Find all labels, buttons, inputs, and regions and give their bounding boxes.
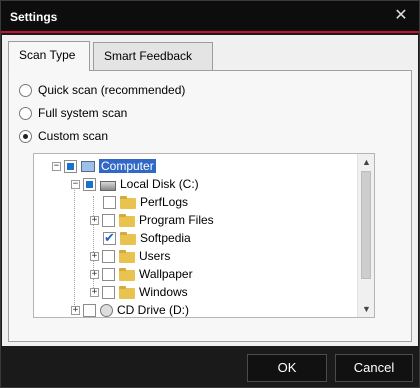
folder-label: Softpedia: [140, 231, 191, 245]
cd-drive-icon: [100, 303, 113, 317]
local-disk-checkbox[interactable]: [83, 177, 96, 191]
settings-window: Settings ✕ Scan Type Smart Feedback Quic…: [0, 0, 420, 388]
cancel-button[interactable]: Cancel: [335, 354, 413, 382]
tree-guide-line: [74, 184, 75, 315]
computer-checkbox[interactable]: [64, 159, 77, 173]
collapse-icon[interactable]: −: [52, 161, 61, 171]
expand-icon[interactable]: +: [90, 215, 99, 225]
local-disk-label: Local Disk (C:): [120, 177, 199, 191]
program-files-checkbox[interactable]: [102, 213, 115, 227]
tree-node-folder[interactable]: + Windows: [90, 283, 188, 301]
ok-button[interactable]: OK: [247, 354, 327, 382]
dialog-footer: OK Cancel: [2, 346, 418, 387]
tree-node-folder[interactable]: Softpedia: [103, 229, 191, 247]
tab-smart-feedback[interactable]: Smart Feedback: [93, 42, 213, 70]
folder-label: PerfLogs: [140, 195, 189, 209]
scroll-up-icon[interactable]: ▲: [358, 154, 374, 170]
close-icon[interactable]: ✕: [391, 6, 411, 26]
quick-scan-option[interactable]: Quick scan (recommended): [19, 81, 185, 99]
full-scan-option[interactable]: Full system scan: [19, 104, 127, 122]
title-bar: Settings ✕: [1, 1, 419, 33]
folder-icon: [119, 267, 135, 281]
tree-scrollbar[interactable]: ▲ ▼: [357, 154, 374, 317]
tree-node-folder[interactable]: + Wallpaper: [90, 265, 193, 283]
computer-label: Computer: [99, 159, 156, 173]
custom-scan-label: Custom scan: [38, 129, 109, 143]
expand-icon[interactable]: +: [90, 269, 99, 279]
tree-node-folder[interactable]: + Users: [90, 247, 170, 265]
folder-label: Wallpaper: [139, 267, 193, 281]
custom-scan-option[interactable]: Custom scan: [19, 127, 108, 145]
windows-checkbox[interactable]: [102, 285, 115, 299]
users-checkbox[interactable]: [102, 249, 115, 263]
tree-node-computer[interactable]: − Computer: [52, 157, 156, 175]
folder-label: Users: [139, 249, 171, 263]
perflogs-checkbox[interactable]: [103, 195, 116, 209]
softpedia-checkbox[interactable]: [103, 230, 116, 246]
hard-disk-icon: [100, 180, 116, 191]
cd-drive-label: CD Drive (D:): [117, 303, 189, 317]
expand-icon[interactable]: +: [90, 287, 99, 297]
dialog-body: Scan Type Smart Feedback Quick scan (rec…: [2, 35, 418, 346]
full-scan-radio[interactable]: [19, 106, 32, 120]
folder-icon: [119, 285, 135, 299]
window-title: Settings: [10, 10, 58, 24]
expand-icon[interactable]: +: [90, 251, 99, 261]
folder-icon: [120, 231, 136, 245]
computer-icon: [81, 160, 95, 172]
tree-node-folder[interactable]: + Program Files: [90, 211, 214, 229]
expand-icon[interactable]: +: [71, 305, 80, 315]
tree-node-local-disk[interactable]: − Local Disk (C:): [71, 175, 199, 193]
folder-tree: − Computer − Local Disk (C:) PerfLogs +: [33, 153, 375, 318]
cd-drive-checkbox[interactable]: [83, 303, 96, 317]
folder-label: Program Files: [139, 213, 214, 227]
custom-scan-radio[interactable]: [19, 129, 32, 143]
quick-scan-label: Quick scan (recommended): [38, 83, 186, 97]
collapse-icon[interactable]: −: [71, 179, 80, 189]
full-scan-label: Full system scan: [38, 106, 128, 120]
tree-node-folder[interactable]: PerfLogs: [103, 193, 188, 211]
tree-node-cd-drive[interactable]: + CD Drive (D:): [71, 301, 189, 317]
wallpaper-checkbox[interactable]: [102, 267, 115, 281]
folder-icon: [119, 249, 135, 263]
scrollbar-thumb[interactable]: [361, 171, 371, 279]
tab-scan-type[interactable]: Scan Type: [8, 41, 90, 71]
folder-label: Windows: [139, 285, 188, 299]
scroll-down-icon[interactable]: ▼: [358, 301, 374, 317]
folder-icon: [120, 195, 136, 209]
folder-icon: [119, 213, 135, 227]
quick-scan-radio[interactable]: [19, 83, 32, 97]
